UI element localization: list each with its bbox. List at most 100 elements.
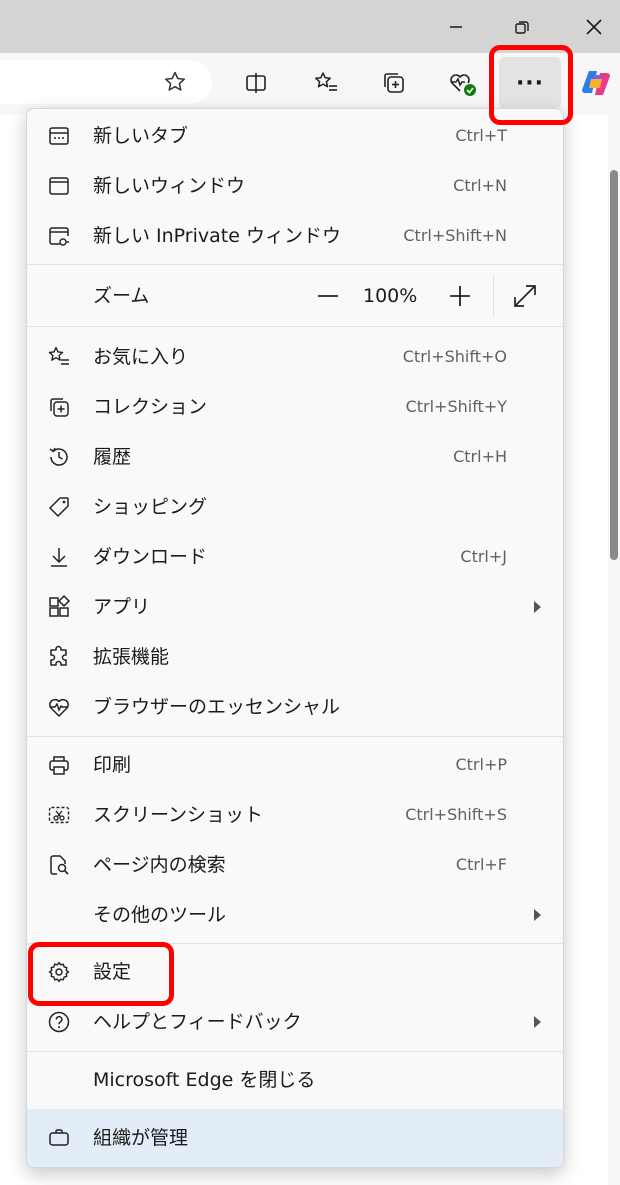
menu-item-downloads[interactable]: ダウンロード Ctrl+J bbox=[27, 532, 563, 582]
scrollbar-thumb[interactable] bbox=[610, 170, 618, 560]
managed-label: 組織が管理 bbox=[93, 1127, 189, 1149]
history-icon bbox=[47, 445, 71, 469]
help-icon bbox=[47, 1010, 71, 1034]
copilot-icon bbox=[582, 71, 610, 95]
zoom-out-button[interactable] bbox=[313, 276, 343, 316]
restore-icon bbox=[515, 20, 529, 34]
close-icon bbox=[586, 18, 602, 35]
menu-separator bbox=[27, 943, 563, 944]
puzzle-icon bbox=[47, 645, 71, 669]
favorite-star-button[interactable] bbox=[160, 68, 190, 96]
collections-button[interactable] bbox=[374, 65, 414, 101]
minimize-icon bbox=[450, 25, 462, 28]
menu-item-more-tools[interactable]: その他のツール bbox=[27, 890, 563, 940]
history-shortcut: Ctrl+H bbox=[453, 447, 507, 466]
close-window-button[interactable] bbox=[574, 0, 614, 53]
address-bar[interactable] bbox=[0, 60, 212, 104]
zoom-value: 100% bbox=[363, 285, 418, 307]
menu-item-collections[interactable]: コレクション Ctrl+Shift+Y bbox=[27, 382, 563, 432]
menu-item-new-inprivate-window[interactable]: 新しい InPrivate ウィンドウ Ctrl+Shift+N bbox=[27, 211, 563, 261]
downloads-shortcut: Ctrl+J bbox=[460, 547, 507, 566]
collections-shortcut: Ctrl+Shift+Y bbox=[405, 397, 507, 416]
more-tools-label: その他のツール bbox=[93, 904, 227, 926]
minus-icon bbox=[318, 295, 338, 297]
full-screen-button[interactable] bbox=[511, 282, 541, 312]
find-label: ページ内の検索 bbox=[93, 854, 226, 876]
browser-essentials-button[interactable] bbox=[442, 65, 482, 101]
heart-pulse-icon bbox=[47, 695, 71, 719]
minimize-button[interactable] bbox=[436, 0, 476, 53]
apps-label: アプリ bbox=[93, 596, 151, 618]
printer-icon bbox=[47, 753, 71, 777]
menu-item-zoom: ズーム 100% bbox=[27, 266, 563, 326]
split-screen-button[interactable] bbox=[236, 65, 276, 101]
menu-separator bbox=[27, 736, 563, 737]
collections-label: コレクション bbox=[93, 396, 208, 418]
menu-separator bbox=[27, 326, 563, 327]
help-label: ヘルプとフィードバック bbox=[93, 1011, 302, 1033]
new-inprivate-shortcut: Ctrl+Shift+N bbox=[403, 226, 507, 245]
inprivate-icon bbox=[47, 224, 71, 248]
menu-separator bbox=[27, 264, 563, 265]
apps-icon bbox=[47, 595, 71, 619]
collections-menu-icon bbox=[47, 395, 71, 419]
more-button[interactable]: ··· bbox=[499, 57, 561, 109]
screenshot-shortcut: Ctrl+Shift+S bbox=[405, 805, 507, 824]
plus-icon bbox=[450, 286, 470, 306]
menu-item-settings[interactable]: 設定 bbox=[27, 947, 563, 997]
screenshot-icon bbox=[47, 803, 71, 827]
menu-item-close-edge[interactable]: Microsoft Edge を閉じる bbox=[27, 1055, 563, 1105]
close-edge-label: Microsoft Edge を閉じる bbox=[93, 1069, 316, 1091]
shopping-label: ショッピング bbox=[93, 496, 208, 518]
menu-separator bbox=[27, 1051, 563, 1052]
new-window-icon bbox=[47, 174, 71, 198]
menu-item-new-tab[interactable]: 新しいタブ Ctrl+T bbox=[27, 111, 563, 161]
menu-item-screenshot[interactable]: スクリーンショット Ctrl+Shift+S bbox=[27, 790, 563, 840]
zoom-divider bbox=[493, 274, 494, 318]
new-tab-shortcut: Ctrl+T bbox=[455, 126, 507, 145]
favorites-label: お気に入り bbox=[93, 346, 189, 368]
chevron-right-icon bbox=[534, 909, 541, 921]
screenshot-label: スクリーンショット bbox=[93, 804, 264, 826]
new-tab-icon bbox=[47, 124, 71, 148]
history-label: 履歴 bbox=[93, 446, 132, 468]
restore-button[interactable] bbox=[502, 0, 542, 53]
expand-icon bbox=[514, 285, 536, 307]
settings-label: 設定 bbox=[93, 961, 132, 983]
download-icon bbox=[47, 545, 71, 569]
zoom-in-button[interactable] bbox=[445, 276, 475, 316]
favorites-icon bbox=[47, 345, 71, 369]
find-in-page-icon bbox=[47, 853, 71, 877]
menu-item-favorites[interactable]: お気に入り Ctrl+Shift+O bbox=[27, 332, 563, 382]
print-label: 印刷 bbox=[93, 754, 132, 776]
new-tab-label: 新しいタブ bbox=[93, 125, 189, 147]
menu-item-print[interactable]: 印刷 Ctrl+P bbox=[27, 740, 563, 790]
menu-item-shopping[interactable]: ショッピング bbox=[27, 482, 563, 532]
menu-item-history[interactable]: 履歴 Ctrl+H bbox=[27, 432, 563, 482]
menu-item-new-window[interactable]: 新しいウィンドウ Ctrl+N bbox=[27, 161, 563, 211]
scrollbar[interactable] bbox=[608, 115, 620, 1185]
favorites-button[interactable] bbox=[306, 65, 346, 101]
copilot-button[interactable] bbox=[576, 65, 616, 101]
new-window-shortcut: Ctrl+N bbox=[453, 176, 507, 195]
extensions-label: 拡張機能 bbox=[93, 646, 170, 668]
managed-by-organization[interactable]: 組織が管理 bbox=[27, 1109, 563, 1167]
settings-and-more-menu: 新しいタブ Ctrl+T 新しいウィンドウ Ctrl+N 新しい InPriva… bbox=[26, 108, 564, 1168]
downloads-label: ダウンロード bbox=[93, 546, 208, 568]
more-icon: ··· bbox=[515, 70, 545, 96]
tag-icon bbox=[47, 495, 71, 519]
split-screen-icon bbox=[246, 73, 266, 93]
print-shortcut: Ctrl+P bbox=[455, 755, 507, 774]
menu-item-extensions[interactable]: 拡張機能 bbox=[27, 632, 563, 682]
menu-item-find-on-page[interactable]: ページ内の検索 Ctrl+F bbox=[27, 840, 563, 890]
menu-item-help-and-feedback[interactable]: ヘルプとフィードバック bbox=[27, 997, 563, 1047]
favorites-list-icon bbox=[315, 72, 337, 91]
chevron-right-icon bbox=[534, 1016, 541, 1028]
find-shortcut: Ctrl+F bbox=[455, 855, 507, 874]
menu-item-browser-essentials[interactable]: ブラウザーのエッセンシャル bbox=[27, 682, 563, 732]
browser-essentials-label: ブラウザーのエッセンシャル bbox=[93, 696, 341, 718]
browser-essentials-icon bbox=[450, 74, 476, 96]
briefcase-icon bbox=[47, 1126, 71, 1150]
browser-toolbar: ··· bbox=[0, 53, 620, 115]
menu-item-apps[interactable]: アプリ bbox=[27, 582, 563, 632]
